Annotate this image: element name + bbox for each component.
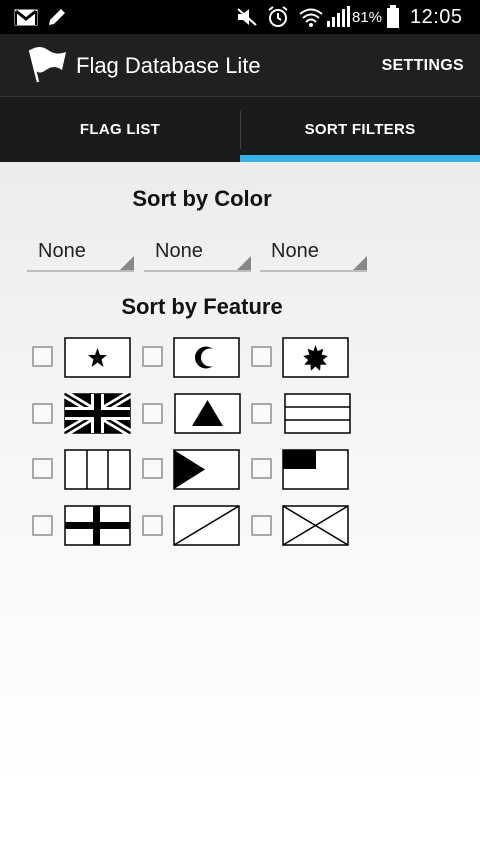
feature-checkbox-horizontal-stripes[interactable] bbox=[251, 403, 272, 424]
canton-flag-icon[interactable] bbox=[282, 449, 349, 490]
feature-checkbox-canton[interactable] bbox=[251, 458, 272, 479]
spinner-value: None bbox=[271, 240, 319, 262]
battery-icon bbox=[387, 5, 399, 28]
white-flag-icon[interactable] bbox=[24, 42, 68, 86]
alarm-icon bbox=[268, 6, 288, 27]
feature-checkbox-vertical-stripes[interactable] bbox=[32, 458, 53, 479]
saltire-flag-icon[interactable] bbox=[282, 505, 349, 546]
clock: 12:05 bbox=[410, 5, 463, 28]
feature-checkbox-nordic-cross[interactable] bbox=[32, 515, 53, 536]
spinner-value: None bbox=[38, 240, 86, 262]
feature-checkbox-saltire[interactable] bbox=[251, 515, 272, 536]
tab-bar: FLAG LIST SORT FILTERS bbox=[0, 96, 480, 163]
feature-checkbox-triangle[interactable] bbox=[142, 403, 163, 424]
spinner-arrow-icon bbox=[353, 256, 367, 270]
triangle-flag-icon[interactable] bbox=[174, 393, 241, 434]
nordic-cross-flag-icon[interactable] bbox=[64, 505, 131, 546]
sun-flag-icon[interactable] bbox=[282, 337, 349, 378]
signal-icon bbox=[327, 6, 350, 27]
tab-flag-list[interactable]: FLAG LIST bbox=[0, 97, 240, 163]
tab-sort-filters[interactable]: SORT FILTERS bbox=[240, 97, 480, 163]
vertical-stripes-flag-icon[interactable] bbox=[64, 449, 131, 490]
action-bar: Flag Database Lite SETTINGS bbox=[0, 34, 480, 96]
union-jack-flag-icon[interactable] bbox=[64, 393, 131, 434]
horizontal-stripes-flag-icon[interactable] bbox=[284, 393, 351, 434]
spinner-value: None bbox=[155, 240, 203, 262]
sort-by-color-title: Sort by Color bbox=[132, 186, 272, 211]
wifi-icon bbox=[299, 8, 323, 27]
star-flag-icon[interactable] bbox=[64, 337, 131, 378]
spinner-arrow-icon bbox=[237, 256, 251, 270]
hoist-triangle-flag-icon[interactable] bbox=[173, 449, 240, 490]
settings-button[interactable]: SETTINGS bbox=[382, 34, 464, 96]
feature-checkbox-union-jack[interactable] bbox=[32, 403, 53, 424]
diagonal-flag-icon[interactable] bbox=[173, 505, 240, 546]
feature-checkbox-hoist-triangle[interactable] bbox=[142, 458, 163, 479]
feature-checkbox-diagonal[interactable] bbox=[142, 515, 163, 536]
battery-percent: 81% bbox=[352, 8, 383, 26]
spinner-arrow-icon bbox=[120, 256, 134, 270]
mute-icon bbox=[237, 8, 257, 26]
status-bar: 81% 12:05 bbox=[0, 0, 480, 34]
app-title: Flag Database Lite bbox=[76, 53, 261, 78]
feature-checkbox-sun[interactable] bbox=[251, 346, 272, 367]
feature-checkbox-crescent[interactable] bbox=[142, 346, 163, 367]
gmail-icon bbox=[14, 9, 38, 26]
sort-by-feature-title: Sort by Feature bbox=[121, 294, 283, 319]
feature-checkbox-star[interactable] bbox=[32, 346, 53, 367]
color-spinner-1[interactable]: None bbox=[27, 228, 134, 272]
color-spinner-3[interactable]: None bbox=[260, 228, 367, 272]
crescent-flag-icon[interactable] bbox=[173, 337, 240, 378]
color-spinner-2[interactable]: None bbox=[144, 228, 251, 272]
pencil-icon bbox=[49, 9, 65, 25]
